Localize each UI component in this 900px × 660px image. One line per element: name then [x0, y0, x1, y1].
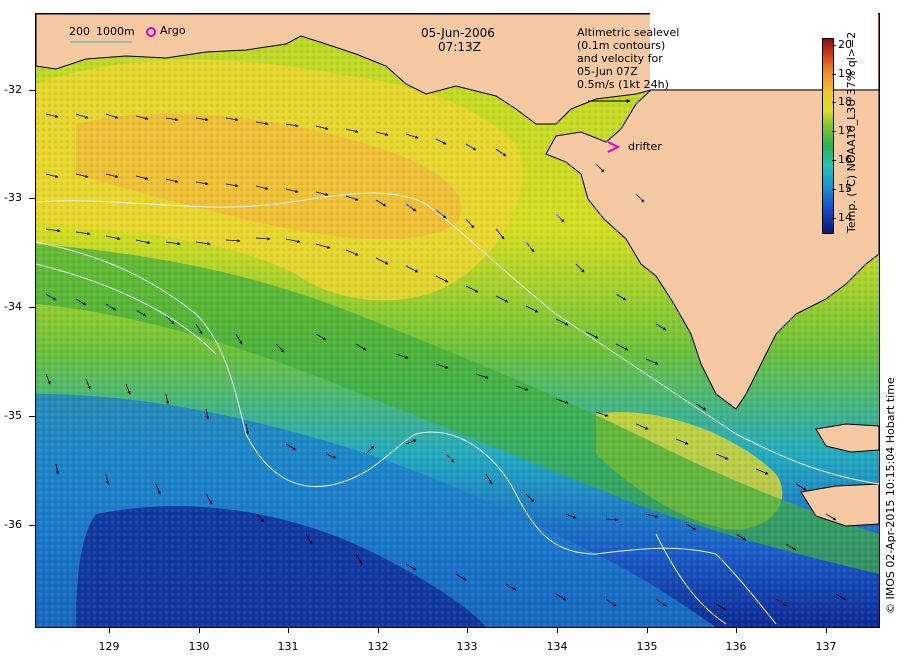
- x-tick: [467, 627, 468, 633]
- x-tick: [826, 627, 827, 633]
- sst-field: [36, 14, 879, 627]
- temperature-colorbar: [822, 38, 834, 234]
- map-date: 05-Jun-2006: [421, 26, 495, 40]
- legend-line-3: and velocity for: [577, 52, 663, 65]
- x-tick: [378, 627, 379, 633]
- legend-line-5: 0.5m/s (1kt 24h): [577, 78, 669, 91]
- argo-label: Argo: [160, 24, 186, 37]
- colorbar-caption: Temp. (°C) NOAA16_L3U 37% ql>=2: [845, 31, 858, 233]
- map-time: 07:13Z: [438, 40, 481, 54]
- colorbar-tick: [832, 160, 836, 161]
- legend-line-2: (0.1m contours): [577, 39, 666, 52]
- drifter-label: drifter: [628, 140, 662, 153]
- x-label: 133: [456, 640, 478, 653]
- y-tick: [29, 198, 35, 199]
- velocity-legend: Altimetric sealevel (0.1m contours) and …: [577, 26, 679, 91]
- sst-map: [35, 13, 880, 628]
- y-label: -32: [4, 83, 22, 96]
- scale-label-200: 200: [69, 25, 90, 38]
- colorbar-tick: [832, 102, 836, 103]
- x-label: 135: [636, 640, 658, 653]
- x-tick: [288, 627, 289, 633]
- x-label: 130: [188, 640, 210, 653]
- colorbar-tick: [832, 74, 836, 75]
- y-label: -34: [4, 300, 22, 313]
- x-tick: [647, 627, 648, 633]
- x-tick: [199, 627, 200, 633]
- x-label: 131: [277, 640, 299, 653]
- credit-text: © IMOS 02-Apr-2015 10:15:04 Hobart time: [884, 377, 897, 614]
- legend-line-4: 05-Jun 07Z: [577, 65, 638, 78]
- colorbar-tick: [832, 218, 836, 219]
- scale-label-1000m: 1000m: [96, 25, 135, 38]
- colorbar-tick: [832, 189, 836, 190]
- colorbar-tick: [832, 45, 836, 46]
- x-label: 132: [367, 640, 389, 653]
- x-tick: [557, 627, 558, 633]
- x-tick: [736, 627, 737, 633]
- legend-line-1: Altimetric sealevel: [577, 26, 680, 39]
- x-tick: [109, 627, 110, 633]
- y-label: -35: [4, 409, 22, 422]
- y-tick: [29, 416, 35, 417]
- y-label: -33: [4, 191, 22, 204]
- y-tick: [29, 90, 35, 91]
- x-label: 136: [725, 640, 747, 653]
- colorbar-tick: [832, 131, 836, 132]
- x-label: 137: [815, 640, 837, 653]
- y-label: -36: [4, 518, 22, 531]
- x-label: 134: [546, 640, 568, 653]
- y-tick: [29, 525, 35, 526]
- y-tick: [29, 307, 35, 308]
- x-label: 129: [98, 640, 120, 653]
